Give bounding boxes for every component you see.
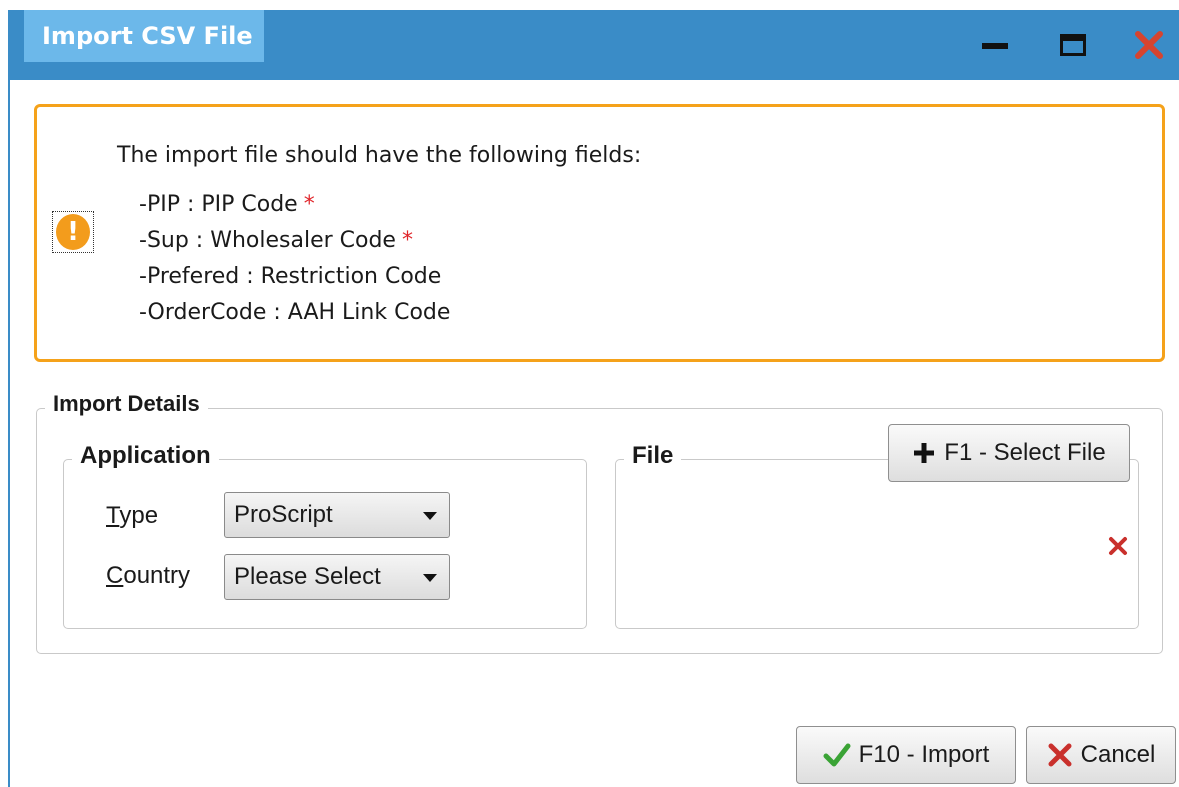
country-label-rest: ountry <box>123 562 191 589</box>
dialog-title: Import CSV File <box>24 10 264 62</box>
import-label: F10 - Import <box>858 741 990 768</box>
file-legend: File <box>624 442 682 470</box>
required-fields-list: -PIP : PIP Code * -Sup : Wholesaler Code *… <box>139 187 450 331</box>
cancel-label: Cancel <box>1080 741 1156 768</box>
import-requirements-notice: ! The import file should have the follow… <box>34 104 1165 362</box>
field-line-prefered: -Prefered : Restriction Code <box>139 259 450 295</box>
type-label: Type <box>106 502 158 530</box>
country-select-value: Please Select <box>234 563 381 590</box>
required-asterisk: * <box>303 192 315 217</box>
country-select[interactable]: Please Select <box>224 554 450 600</box>
title-bar[interactable]: Import CSV File <box>10 10 1179 80</box>
field-line-sup: -Sup : Wholesaler Code * <box>139 223 450 259</box>
application-legend: Application <box>72 442 219 470</box>
field-line-text: -Prefered : Restriction Code <box>139 264 442 289</box>
application-group: Application Type ProScript Country Pleas… <box>63 442 587 629</box>
close-icon <box>1135 31 1163 59</box>
field-line-text: -Sup : Wholesaler Code <box>139 228 396 253</box>
select-file-button[interactable]: F1 - Select File <box>888 424 1130 482</box>
field-line-pip: -PIP : PIP Code * <box>139 187 450 223</box>
close-button[interactable] <box>1132 28 1166 62</box>
file-group: File F1 - Select File <box>615 424 1139 629</box>
minimize-button[interactable] <box>978 28 1012 62</box>
cancel-x-icon <box>1048 743 1072 767</box>
field-line-text: -OrderCode : AAH Link Code <box>139 300 451 325</box>
select-file-label: F1 - Select File <box>944 439 1106 466</box>
import-button[interactable]: F10 - Import <box>796 726 1016 784</box>
type-select-value: ProScript <box>234 501 333 528</box>
field-line-ordercode: -OrderCode : AAH Link Code <box>139 295 450 331</box>
country-label-accesskey: C <box>106 562 124 589</box>
import-details-legend: Import Details <box>45 391 208 417</box>
type-select[interactable]: ProScript <box>224 492 450 538</box>
type-label-accesskey: T <box>106 502 120 529</box>
clear-icon[interactable] <box>1108 536 1128 556</box>
maximize-button[interactable] <box>1056 28 1090 62</box>
type-label-rest: ype <box>119 502 159 529</box>
notice-heading: The import file should have the followin… <box>117 143 642 168</box>
field-line-text: -PIP : PIP Code <box>139 192 298 217</box>
import-details-group: Import Details Application Type ProScrip… <box>36 391 1163 654</box>
cancel-button[interactable]: Cancel <box>1026 726 1176 784</box>
chevron-down-icon <box>423 574 437 582</box>
required-asterisk: * <box>401 228 413 253</box>
plus-icon <box>914 443 935 463</box>
import-csv-dialog: Import CSV File ! The import file should… <box>8 10 1179 787</box>
warning-icon: ! <box>52 211 94 253</box>
country-label: Country <box>106 562 190 590</box>
check-icon <box>823 743 851 767</box>
chevron-down-icon <box>423 512 437 520</box>
